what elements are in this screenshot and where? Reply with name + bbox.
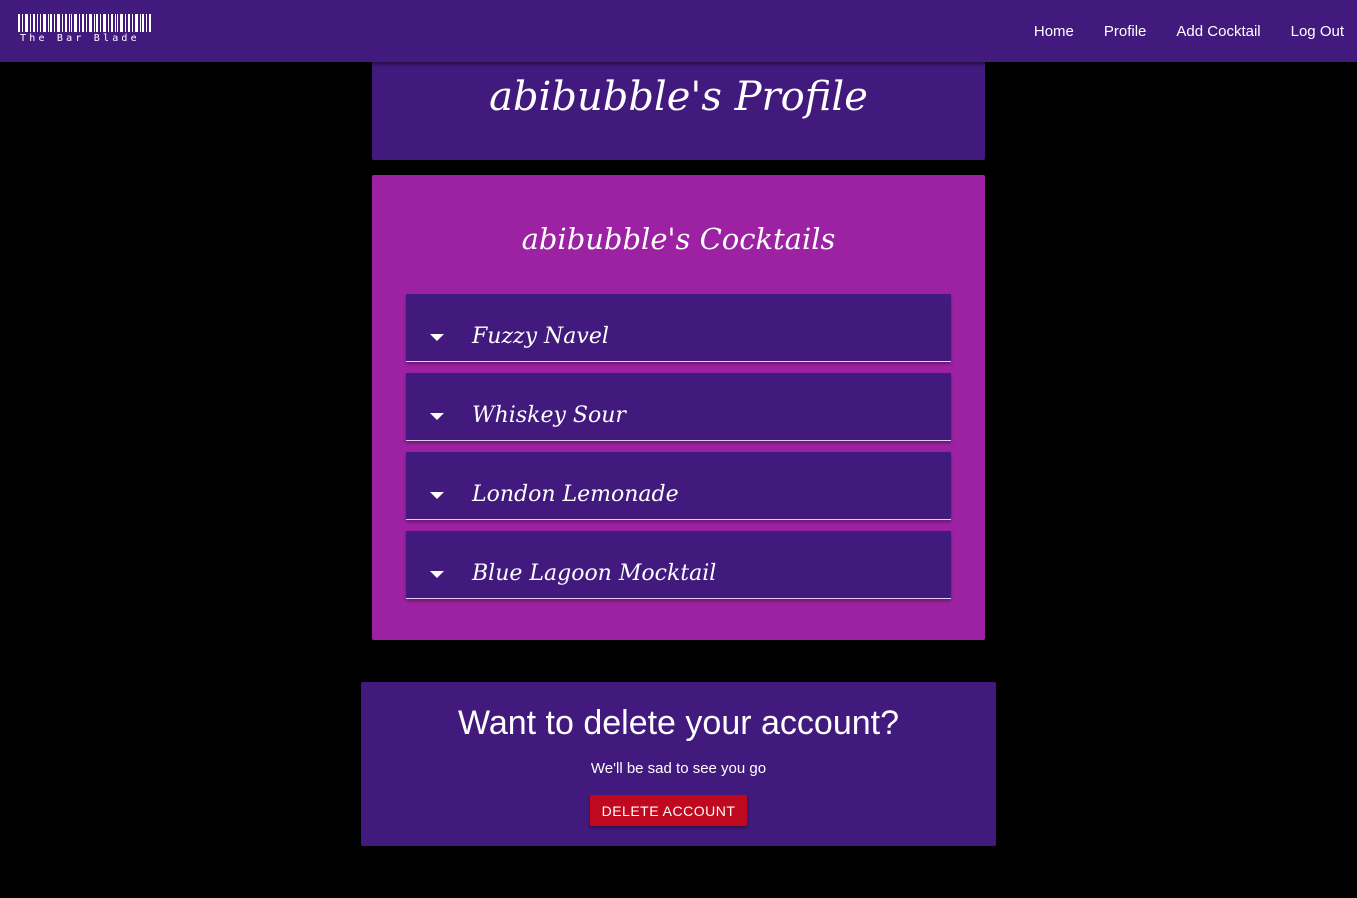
delete-account-card: Want to delete your account? We'll be sa… [361, 682, 996, 846]
delete-account-subtitle: We'll be sad to see you go [590, 760, 767, 777]
caret-down-icon [430, 334, 444, 341]
caret-down-icon [430, 492, 444, 499]
nav-link-profile[interactable]: Profile [1087, 23, 1160, 40]
nav-link-add-cocktail[interactable]: Add Cocktail [1159, 23, 1273, 40]
logo-text: The Bar Blade [20, 33, 140, 44]
barcode-icon [18, 14, 151, 32]
nav-links: Home Profile Add Cocktail Log Out [1017, 0, 1357, 62]
cocktail-name: London Lemonade [472, 482, 679, 507]
nav-link-home[interactable]: Home [1017, 23, 1087, 40]
nav-link-log-out[interactable]: Log Out [1274, 23, 1357, 40]
page-title: abibubble's Profile [489, 74, 868, 120]
caret-down-icon [430, 571, 444, 578]
delete-account-title: Want to delete your account? [457, 704, 899, 742]
cocktail-list: Fuzzy Navel Whiskey Sour London Lemonade… [406, 294, 951, 610]
navbar: The Bar Blade Home Profile Add Cocktail … [0, 0, 1357, 62]
cocktail-item-london-lemonade[interactable]: London Lemonade [406, 452, 951, 520]
cocktail-name: Blue Lagoon Mocktail [472, 561, 717, 586]
logo[interactable]: The Bar Blade [18, 14, 154, 46]
delete-account-button[interactable]: Delete Account [590, 795, 747, 826]
cocktail-name: Whiskey Sour [472, 403, 626, 428]
cocktail-name: Fuzzy Navel [472, 324, 609, 349]
cocktails-title: abibubble's Cocktails [521, 222, 836, 256]
caret-down-icon [430, 413, 444, 420]
profile-header: abibubble's Profile [372, 56, 985, 160]
cocktails-card: abibubble's Cocktails Fuzzy Navel Whiske… [372, 175, 985, 640]
cocktail-item-fuzzy-navel[interactable]: Fuzzy Navel [406, 294, 951, 362]
cocktail-item-blue-lagoon-mocktail[interactable]: Blue Lagoon Mocktail [406, 531, 951, 599]
cocktail-item-whiskey-sour[interactable]: Whiskey Sour [406, 373, 951, 441]
